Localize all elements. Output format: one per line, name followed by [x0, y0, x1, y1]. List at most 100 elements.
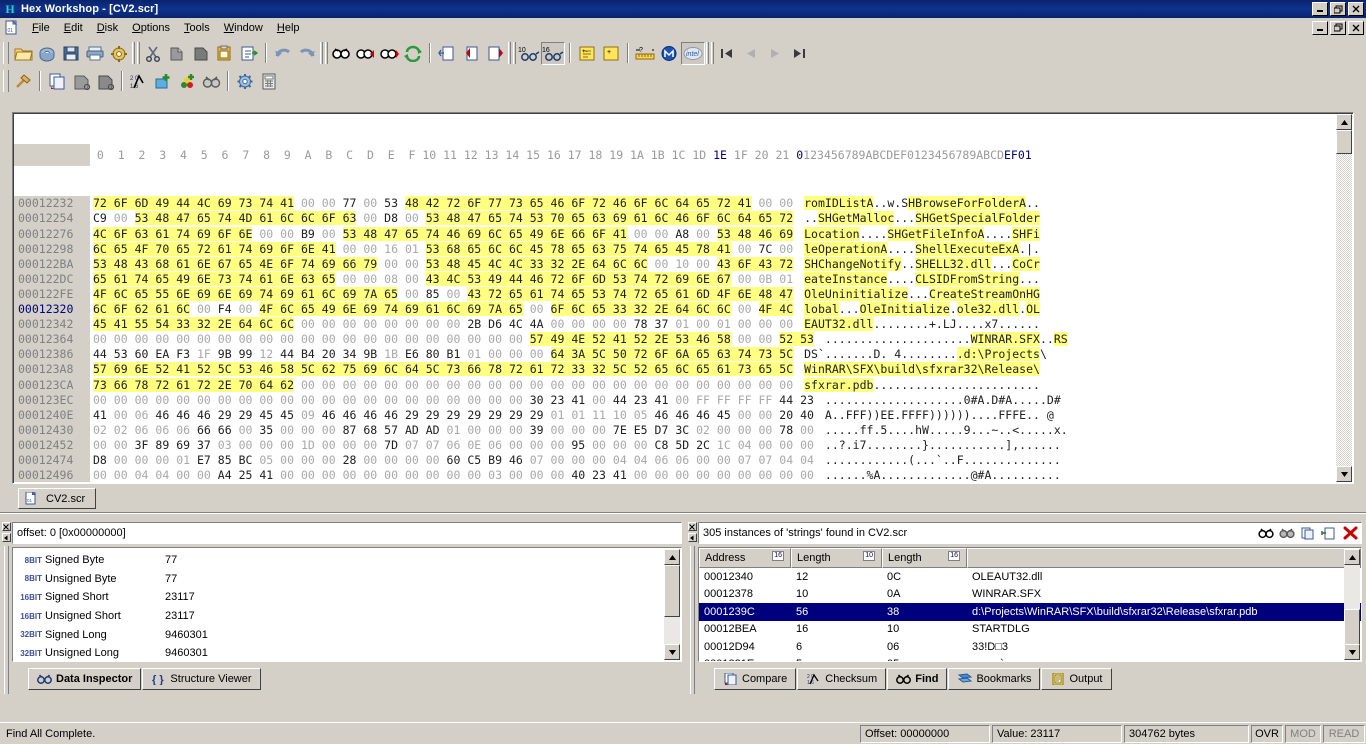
hex-row-ascii[interactable]: EAUT32.dll........+.LJ....x7......: [800, 317, 1040, 332]
hex-row[interactable]: 00012474 D8 00 00 00 01 E7 85 BC 05 00 00…: [14, 452, 1352, 469]
close-icon[interactable]: [1, 522, 11, 531]
hex-row[interactable]: 00012276 4C 6F 63 61 74 69 6F 6E 00 00 B9…: [14, 226, 1352, 242]
data-inspector-row[interactable]: 16BIT Signed Short 23117: [13, 588, 681, 607]
data-inspector-scrollbar[interactable]: [664, 549, 680, 660]
tab-checksum[interactable]: 2 01 6 Checksum: [797, 668, 887, 690]
hex-row[interactable]: 00012232 72 6F 6D 49 44 4C 69 73 74 41 00…: [14, 196, 1352, 212]
hex-row-ascii[interactable]: Location....SHGetFileInfoA....SHFi: [800, 226, 1040, 242]
hex-row-ascii[interactable]: WinRAR\SFX\build\sfxrar32\Release\: [800, 362, 1040, 377]
intel-endian-icon[interactable]: intel: [681, 41, 705, 65]
toolbar-grip[interactable]: [513, 42, 516, 64]
hex-row[interactable]: 000123CA 73 66 78 72 61 72 2E 70 64 62 00…: [14, 377, 1352, 393]
hex-editor-content[interactable]: 0 1 2 3 4 5 6 7 8 9 A B C D E F 10 11 12…: [14, 114, 1352, 482]
hex-row[interactable]: 00012342 45 41 55 54 33 32 2E 64 6C 6C 00…: [14, 317, 1352, 333]
hex-row-bytes[interactable]: C9 00 53 48 47 65 74 4D 61 6C 6C 6F 63 0…: [90, 211, 800, 226]
add-bookmark-icon[interactable]: +-: [575, 42, 599, 65]
hex-row-ascii[interactable]: .....ff.5....hW.....9...~..<.....x.: [821, 423, 1068, 438]
hex-row-bytes[interactable]: 6C 6F 62 61 6C 00 F4 00 4F 6C 65 49 6E 6…: [90, 302, 800, 317]
hex-row[interactable]: 000122BA 53 48 43 68 61 6E 67 65 4E 6F 74…: [14, 256, 1352, 272]
hex-row-bytes[interactable]: 44 53 60 EA F3 1F 9B 99 12 44 B4 20 34 9…: [90, 347, 800, 362]
calculator-icon[interactable]: [257, 70, 281, 93]
mdi-minimize-button[interactable]: [1312, 20, 1328, 35]
prev-record-icon[interactable]: [739, 42, 763, 65]
scrollbar-track[interactable]: [1336, 130, 1352, 466]
window-controls[interactable]: [1312, 2, 1364, 16]
open-folder-icon[interactable]: [11, 42, 35, 65]
hex-row-ascii[interactable]: ....................0#A.D#A.....D#: [821, 393, 1061, 408]
find-results-scrollbar[interactable]: [1344, 549, 1360, 660]
column-header-value[interactable]: [967, 548, 1361, 568]
data-type-value[interactable]: 9460301: [165, 629, 208, 641]
hex-row-bytes[interactable]: 6C 65 4F 70 65 72 61 74 69 6F 6E 41 00 0…: [90, 241, 800, 257]
hex-row-ascii[interactable]: A..FFF))EE.FFFF))))))....FFFE.. @: [821, 408, 1054, 423]
hex-row-ascii[interactable]: leOperationA....ShellExecuteExA.|.: [800, 241, 1040, 257]
hex-row[interactable]: 00012364 00 00 00 00 00 00 00 00 00 00 00…: [14, 332, 1352, 348]
data-inspector-body[interactable]: 8BIT Signed Byte 77 8BIT Unsigned Byte 77 16BI…: [12, 547, 682, 662]
paste-block-icon[interactable]: [189, 42, 213, 65]
tab-compare[interactable]: Compare: [714, 668, 797, 690]
hammer-icon[interactable]: [11, 70, 35, 93]
hex-row[interactable]: 00012320 6C 6F 62 61 6C 00 F4 00 4F 6C 65…: [14, 302, 1352, 318]
find-icon[interactable]: [329, 42, 353, 65]
scroll-down-button[interactable]: [1336, 466, 1352, 482]
hex-row-ascii[interactable]: .....................WINRAR.SFX..RS: [821, 332, 1068, 347]
scroll-up-button[interactable]: [664, 549, 680, 565]
pane-grip[interactable]: [689, 546, 695, 694]
hex-row-bytes[interactable]: 4F 6C 65 55 6E 69 6E 69 74 69 61 6C 69 7…: [90, 286, 800, 302]
hex-row-bytes[interactable]: 72 6F 6D 49 44 4C 69 73 74 41 00 00 77 0…: [90, 196, 800, 211]
bookmark-icon[interactable]: +: [599, 42, 623, 65]
restore-button[interactable]: [1330, 2, 1346, 16]
column-header-length-dec[interactable]: Length 10: [791, 548, 882, 568]
find-result-row[interactable]: 0001239C 56 38 d:\Projects\WinRAR\SFX\build…: [699, 603, 1361, 621]
data-type-value[interactable]: 9460301: [165, 647, 208, 659]
data-inspector-row[interactable]: 8BIT Signed Byte 77: [13, 551, 681, 570]
add-structure-icon[interactable]: [151, 70, 175, 93]
radix-badge[interactable]: 16: [948, 551, 960, 561]
hex-editor[interactable]: 0 1 2 3 4 5 6 7 8 9 A B C D E F 10 11 12…: [12, 112, 1354, 484]
data-inspector-row[interactable]: 32BIT Signed Long 9460301: [13, 625, 681, 644]
pane-grip[interactable]: [3, 546, 9, 694]
last-record-icon[interactable]: [787, 42, 811, 65]
copy-icon[interactable]: [1298, 524, 1318, 542]
close-icon[interactable]: [1340, 524, 1360, 542]
radix-badge[interactable]: 16: [772, 551, 784, 561]
hex-row-bytes[interactable]: 00 00 04 04 00 00 A4 25 41 00 00 00 00 0…: [90, 468, 821, 482]
find-results-header[interactable]: Address 16 Length 10 Length 16: [699, 548, 1361, 568]
scroll-up-button[interactable]: [1336, 114, 1352, 130]
data-type-value[interactable]: 77: [165, 573, 177, 585]
tab-output[interactable]: Output: [1041, 668, 1112, 690]
hex-row[interactable]: 00012386 44 53 60 EA F3 1F 9B 99 12 44 B4…: [14, 347, 1352, 363]
gear-icon[interactable]: [233, 70, 257, 93]
find-result-row[interactable]: 00012378 10 0A WINRAR.SFX: [699, 586, 1361, 604]
checksum-low-icon[interactable]: [69, 70, 93, 93]
hex-row-bytes[interactable]: 00 00 3F 89 69 37 03 00 00 00 1D 00 00 0…: [90, 438, 821, 453]
redo-icon[interactable]: [295, 42, 319, 65]
mdi-close-button[interactable]: [1348, 20, 1364, 35]
hex-row[interactable]: 000122DC 65 61 74 65 49 6E 73 74 61 6E 63…: [14, 271, 1352, 287]
copy-to-new-icon[interactable]: [237, 42, 261, 65]
hex-row-bytes[interactable]: 65 61 74 65 49 6E 73 74 61 6E 63 65 00 0…: [90, 271, 800, 287]
hex-row-ascii[interactable]: OleUninitialize...CreateStreamOnHG: [800, 286, 1040, 302]
find-results-tabs[interactable]: Compare 2 01 6 Checksum Find Bookmarks O…: [714, 668, 1113, 690]
hex-row-bytes[interactable]: 41 00 06 46 46 46 29 29 45 45 09 46 46 4…: [90, 408, 821, 423]
hex-row[interactable]: 00012254 C9 00 53 48 47 65 74 4D 61 6C 6C…: [14, 211, 1352, 227]
column-header-address[interactable]: Address 16: [699, 548, 791, 568]
find-icon[interactable]: [1256, 524, 1276, 542]
find-all-icon[interactable]: [1277, 524, 1297, 542]
collapse-icon[interactable]: [1, 533, 11, 542]
data-inspector-tabs[interactable]: Data Inspector { } Structure Viewer: [28, 668, 262, 690]
goto-icon[interactable]: [435, 42, 459, 65]
tab-bookmarks[interactable]: Bookmarks: [948, 668, 1041, 690]
hex-row-ascii[interactable]: ..?.i7........}...........],......: [821, 438, 1061, 453]
replace-icon[interactable]: [401, 42, 425, 65]
data-type-value[interactable]: 77: [165, 554, 177, 566]
add-color-map-icon[interactable]: [175, 70, 199, 93]
menu-file[interactable]: File: [25, 20, 57, 36]
motorola-endian-icon[interactable]: [657, 42, 681, 65]
toolbar-grip[interactable]: [706, 42, 709, 64]
menu-window[interactable]: Window: [217, 20, 270, 36]
scroll-up-button[interactable]: [1344, 549, 1360, 565]
hex-row-bytes[interactable]: 4C 6F 63 61 74 69 6F 6E 00 00 B9 00 53 4…: [90, 226, 800, 242]
data-inspector-row[interactable]: 8BIT Unsigned Byte 77: [13, 570, 681, 589]
base-10-icon[interactable]: 10: [517, 42, 541, 65]
